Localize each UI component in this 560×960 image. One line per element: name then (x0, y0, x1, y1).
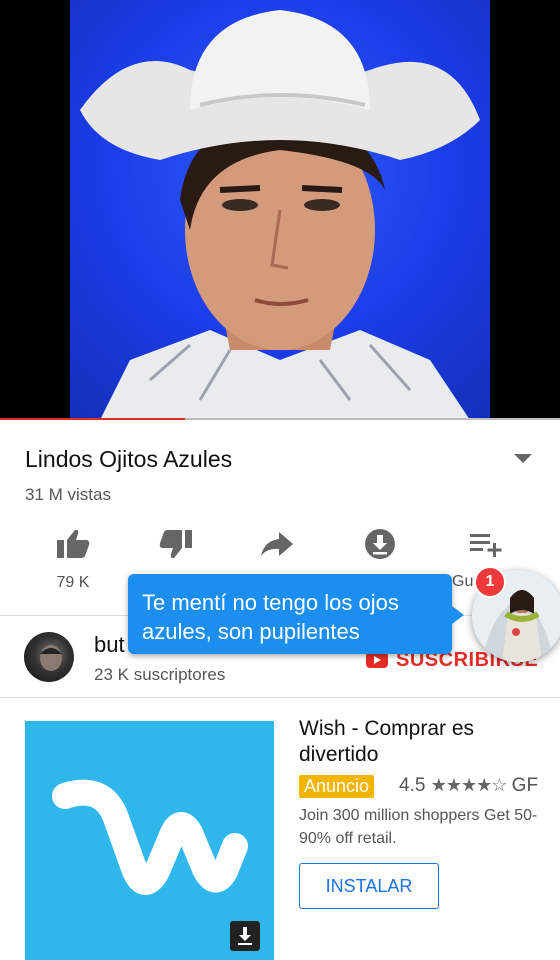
progress-bar[interactable] (0, 418, 560, 420)
chat-message-bubble[interactable]: Te mentí no tengo los ojos azules, son p… (128, 574, 452, 654)
divider (0, 697, 560, 698)
ad-rating: 4.5 ★★★★☆ GF (399, 775, 538, 797)
like-count: 79 K (56, 574, 90, 591)
channel-name[interactable]: but (94, 632, 125, 658)
download-icon[interactable] (230, 921, 260, 951)
share-icon (261, 532, 293, 556)
chat-bubble-tail (452, 606, 464, 624)
ad-description: Join 300 million shoppers Get 50-90% off… (299, 807, 538, 847)
thumbs-down-icon (159, 530, 192, 559)
download-icon (365, 529, 395, 559)
ad-badge: Anuncio (299, 775, 375, 798)
rating-suffix: GF (511, 775, 539, 796)
ad-image[interactable] (25, 721, 274, 960)
chevron-down-icon[interactable] (512, 450, 534, 466)
thumbs-up-icon (57, 529, 90, 558)
like-button[interactable]: 79 K (33, 528, 113, 598)
rating-value: 4.5 (399, 775, 426, 796)
video-thumbnail (70, 0, 490, 420)
youtube-play-icon (366, 652, 388, 668)
add-to-playlist-icon (470, 534, 502, 557)
save-label: Gu (452, 573, 474, 590)
unread-badge: 1 (474, 566, 506, 598)
channel-avatar[interactable] (24, 632, 74, 682)
subscriber-count: 23 K suscriptores (94, 665, 226, 684)
star-icon: ★★★★☆ (430, 775, 508, 795)
install-button[interactable]: INSTALAR (299, 863, 439, 909)
video-player[interactable] (0, 0, 560, 420)
video-title: Lindos Ojitos Azules (25, 446, 233, 472)
ad-app-name[interactable]: Wish - Comprar es divertido (299, 716, 549, 768)
view-count: 31 M vistas (25, 485, 111, 504)
progress-fill (0, 418, 185, 420)
